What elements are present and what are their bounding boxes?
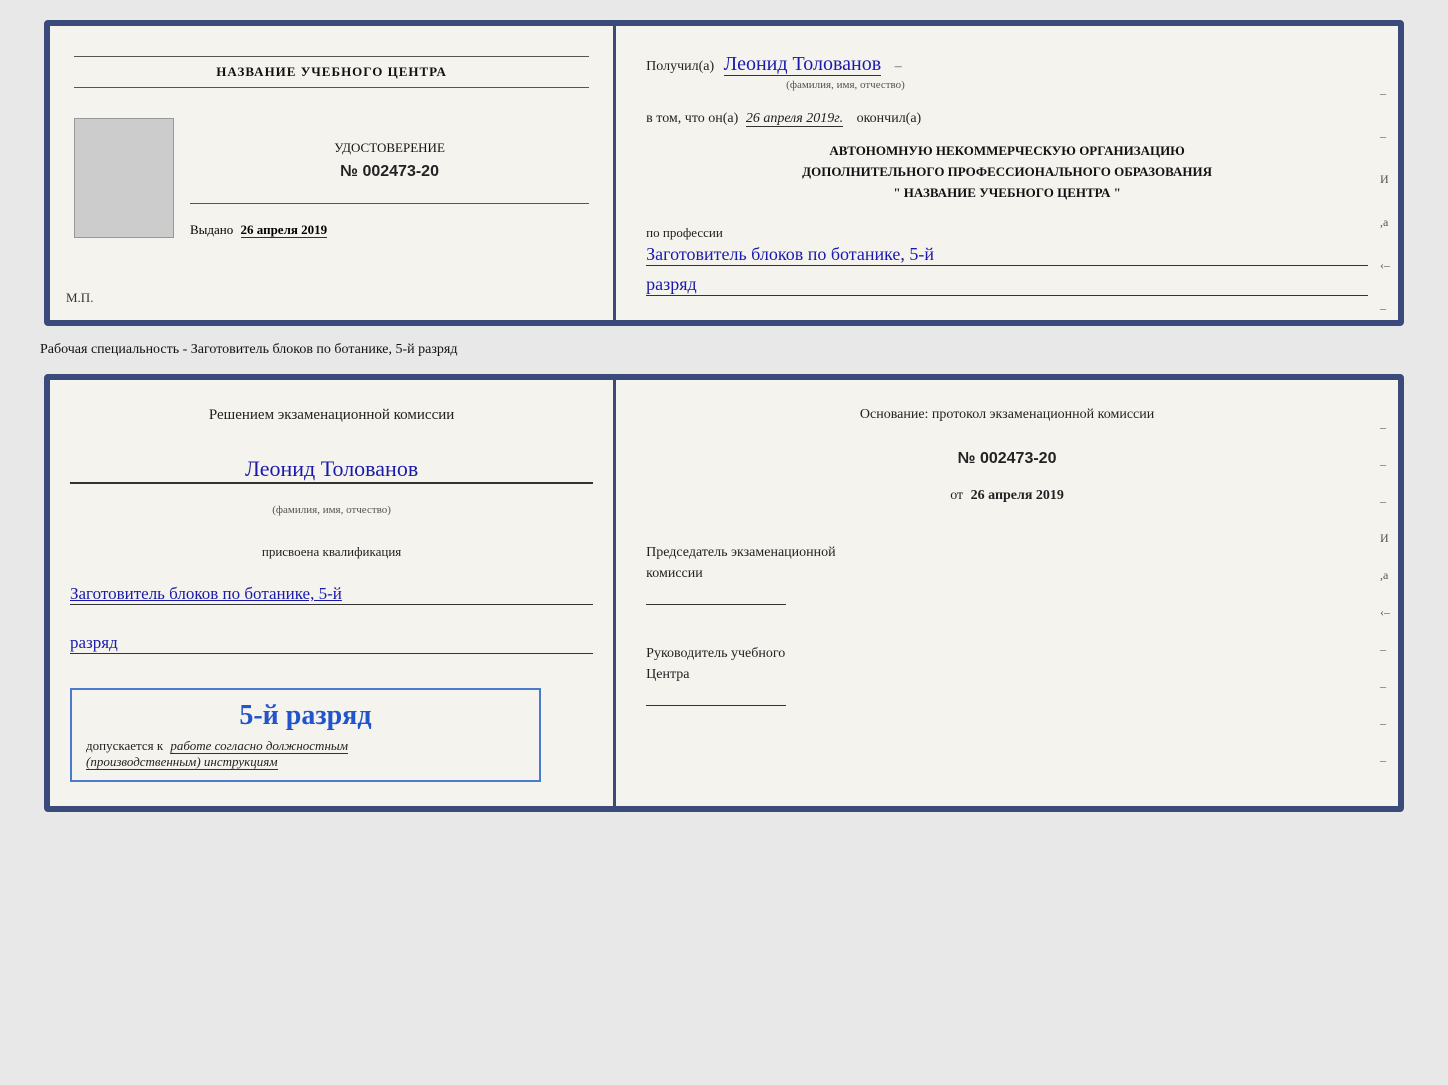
cert-number: № 002473-20: [334, 159, 445, 185]
card2-right-panel: Основание: протокол экзаменационной коми…: [616, 380, 1398, 807]
name-subtitle-card1: (фамилия, имя, отчество): [786, 78, 1368, 93]
certificate-card-1: НАЗВАНИЕ УЧЕБНОГО ЦЕНТРА УДОСТОВЕРЕНИЕ №…: [44, 20, 1404, 326]
assigned-label: присвоена квалификация: [70, 544, 593, 560]
head-signature-block: Руководитель учебного Центра: [646, 643, 1368, 710]
org-block-card1: АВТОНОМНУЮ НЕКОММЕРЧЕСКУЮ ОРГАНИЗАЦИЮ ДО…: [646, 141, 1368, 203]
profession-name-card1: Заготовитель блоков по ботанике, 5-й: [646, 244, 1368, 266]
proto-number-card2: № 002473-20: [646, 450, 1368, 468]
cert-label: УДОСТОВЕРЕНИЕ: [334, 138, 445, 159]
right-dashes-card1: – – И ,а ‹– –: [1380, 86, 1390, 316]
received-prefix: Получил(а): [646, 59, 714, 74]
cert-label-block: УДОСТОВЕРЕНИЕ № 002473-20: [334, 138, 445, 184]
person-name-card1: Леонид Толованов: [724, 53, 882, 76]
head-label: Руководитель учебного: [646, 643, 1368, 664]
head-label2: Центра: [646, 664, 1368, 685]
chair-signature-block: Председатель экзаменационной комиссии: [646, 542, 1368, 609]
profession-prefix: по профессии: [646, 225, 723, 240]
mp-label: М.П.: [66, 290, 93, 306]
stamp-prefix: допускается к: [86, 738, 163, 753]
stamp-italic2: (производственным) инструкциям: [86, 754, 278, 770]
basis-title: Основание: протокол экзаменационной коми…: [646, 404, 1368, 426]
razryad-card1: разряд: [646, 274, 1368, 296]
date-ot-card2: от 26 апреля 2019: [646, 488, 1368, 504]
razryad-card2: разряд: [70, 633, 118, 652]
decision-title: Решением экзаменационной комиссии: [70, 404, 593, 427]
basis-text: Основание: протокол экзаменационной коми…: [860, 407, 1154, 422]
stamp-main-text: 5-й разряд: [86, 700, 525, 732]
person-name-card2: Леонид Толованов: [70, 456, 593, 483]
chair-label: Председатель экзаменационной: [646, 542, 1368, 563]
qualification-card2: Заготовитель блоков по ботанике, 5-й: [70, 584, 593, 604]
org-name-top: НАЗВАНИЕ УЧЕБНОГО ЦЕНТРА: [74, 56, 589, 88]
date-ot-value: 26 апреля 2019: [971, 488, 1064, 503]
date-value-card1: 26 апреля 2019г.: [746, 111, 843, 127]
issued-block: Выдано 26 апреля 2019: [190, 222, 589, 238]
right-dashes-card2: – – – И ,а ‹– – – – –: [1380, 420, 1390, 768]
stamp-box: 5-й разряд допускается к работе согласно…: [70, 688, 541, 782]
photo-placeholder: [74, 118, 174, 238]
org-line2: ДОПОЛНИТЕЛЬНОГО ПРОФЕССИОНАЛЬНОГО ОБРАЗО…: [646, 162, 1368, 183]
chair-sig-line: [646, 604, 786, 605]
issued-label: Выдано: [190, 222, 233, 237]
stamp-italic: работе согласно должностным: [170, 738, 348, 754]
received-line: Получил(а) Леонид Толованов – (фамилия, …: [646, 50, 1368, 93]
issued-date: 26 апреля 2019: [241, 222, 328, 238]
chair-label2: комиссии: [646, 563, 1368, 584]
date-prefix-card1: в том, что он(а): [646, 111, 738, 126]
separator-text: Рабочая специальность - Заготовитель бло…: [20, 342, 457, 358]
date-suffix-card1: окончил(а): [857, 111, 922, 126]
org-line1: АВТОНОМНУЮ НЕКОММЕРЧЕСКУЮ ОРГАНИЗАЦИЮ: [646, 141, 1368, 162]
stamp-sub: допускается к работе согласно должностны…: [86, 738, 525, 770]
org-line3: " НАЗВАНИЕ УЧЕБНОГО ЦЕНТРА ": [646, 183, 1368, 204]
card2-left-panel: Решением экзаменационной комиссии Леонид…: [50, 380, 616, 807]
decision-text: Решением экзаменационной комиссии: [209, 407, 454, 423]
date-line-card1: в том, что он(а) 26 апреля 2019г. окончи…: [646, 111, 1368, 127]
name-subtitle-card2: (фамилия, имя, отчество): [70, 504, 593, 516]
head-sig-line: [646, 705, 786, 706]
certificate-card-2: Решением экзаменационной комиссии Леонид…: [44, 374, 1404, 813]
card1-right-panel: Получил(а) Леонид Толованов – (фамилия, …: [616, 26, 1398, 320]
card1-left-panel: НАЗВАНИЕ УЧЕБНОГО ЦЕНТРА УДОСТОВЕРЕНИЕ №…: [50, 26, 616, 320]
date-ot-prefix: от: [950, 488, 963, 503]
profession-block-card1: по профессии Заготовитель блоков по бота…: [646, 224, 1368, 296]
